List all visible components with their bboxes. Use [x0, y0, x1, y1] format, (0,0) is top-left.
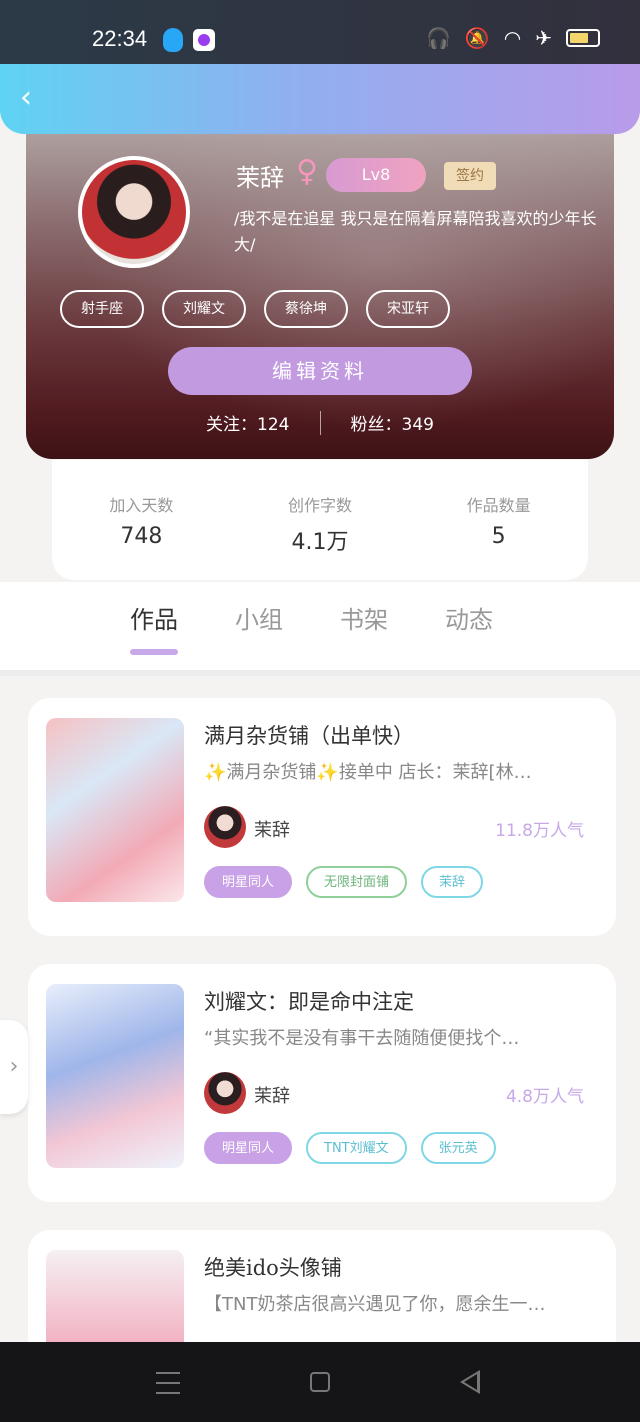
- work-description: 【TNT奶茶店很高兴遇见了你，愿余生一…: [204, 1294, 546, 1315]
- app-notification-icon: [193, 29, 215, 51]
- work-title[interactable]: 满月杂货铺（出单快）: [204, 720, 414, 750]
- work-tags: 明星同人 TNT刘耀文 张元英: [204, 1132, 496, 1164]
- back-triangle-icon[interactable]: [460, 1370, 480, 1394]
- airplane-icon: ✈: [535, 26, 552, 50]
- stat-word-count: 创作字数 4.1万: [250, 492, 390, 580]
- popularity-count: 11.8万人气: [495, 821, 584, 841]
- profile-tag[interactable]: 蔡徐坤: [264, 290, 348, 328]
- stat-label: 加入天数: [109, 496, 174, 515]
- author-avatar[interactable]: [204, 1072, 246, 1114]
- tab-works[interactable]: 作品: [130, 600, 178, 655]
- work-title[interactable]: 刘耀文：即是命中注定: [204, 986, 414, 1016]
- chevron-left-icon[interactable]: ‹: [20, 80, 50, 116]
- tab-bar: 作品 小组 书架 动态: [0, 582, 640, 670]
- profile-tag[interactable]: 射手座: [60, 290, 144, 328]
- stat-label: 作品数量: [466, 496, 531, 515]
- username: 茉辞: [236, 164, 284, 192]
- home-icon[interactable]: [310, 1372, 330, 1392]
- signed-badge: 签约: [444, 162, 496, 190]
- mute-icon: 🔕: [464, 26, 490, 50]
- work-title[interactable]: 绝美ido头像铺: [204, 1252, 342, 1282]
- system-icons: 🎧 🔕 ◠ ✈: [426, 26, 600, 50]
- profile-card: 茉辞 ♀ Lv8 签约 /我不是在追星 我只是在隔着屏幕陪我喜欢的少年长大/ 射…: [26, 120, 614, 459]
- work-cover[interactable]: [46, 984, 184, 1168]
- work-tags: 明星同人 无限封面铺 茉辞: [204, 866, 484, 898]
- work-tag[interactable]: 张元英: [420, 1132, 496, 1164]
- tab-bookshelf[interactable]: 书架: [340, 600, 388, 635]
- work-tag[interactable]: TNT刘耀文: [306, 1132, 407, 1164]
- followers-count[interactable]: 粉丝：349: [351, 410, 434, 435]
- stat-value: 5: [491, 524, 506, 549]
- author-name[interactable]: 茉辞: [254, 816, 290, 842]
- top-header: ‹: [0, 64, 640, 134]
- chevron-right-icon[interactable]: ›: [0, 1020, 28, 1114]
- stat-label: 创作字数: [287, 496, 352, 515]
- profile-tags: 射手座 刘耀文 蔡徐坤 宋亚轩: [60, 290, 450, 328]
- profile-tag[interactable]: 刘耀文: [162, 290, 246, 328]
- author-row: 茉辞 4.8万人气: [204, 1072, 584, 1116]
- work-tag[interactable]: 无限封面铺: [306, 866, 408, 898]
- work-description: ✨满月杂货铺✨接单中 店长：茉辞[林…: [204, 762, 532, 783]
- work-tag[interactable]: 茉辞: [421, 866, 484, 898]
- work-tag[interactable]: 明星同人: [204, 866, 293, 898]
- stats-card: 加入天数 748 创作字数 4.1万 作品数量 5: [52, 460, 588, 580]
- following-count[interactable]: 关注：124: [206, 410, 289, 435]
- headset-icon: 🎧: [425, 26, 451, 50]
- profile-tag[interactable]: 宋亚轩: [366, 290, 450, 328]
- qq-icon: [163, 28, 183, 52]
- status-time: 22:34: [92, 26, 148, 51]
- stat-works-count: 作品数量 5: [429, 492, 569, 580]
- popularity-count: 4.8万人气: [505, 1087, 584, 1107]
- work-description: “其实我不是没有事干去随随便便找个…: [204, 1028, 520, 1049]
- author-row: 茉辞 11.8万人气: [204, 806, 584, 850]
- edit-profile-button[interactable]: 编辑资料: [168, 347, 472, 395]
- section-divider: [0, 670, 640, 676]
- work-cover[interactable]: [46, 718, 184, 902]
- battery-icon: [566, 29, 600, 47]
- system-nav-bar: [0, 1342, 640, 1422]
- stat-value: 4.1万: [291, 530, 349, 555]
- female-icon: ♀: [296, 154, 318, 189]
- work-tag[interactable]: 明星同人: [204, 1132, 293, 1164]
- work-card[interactable]: 刘耀文：即是命中注定 “其实我不是没有事干去随随便便找个… 茉辞 4.8万人气 …: [28, 964, 616, 1202]
- follow-stats: 关注：124 粉丝：349: [26, 410, 614, 435]
- tab-groups[interactable]: 小组: [235, 600, 283, 635]
- follow-divider: [319, 410, 321, 435]
- profile-bio: /我不是在追星 我只是在隔着屏幕陪我喜欢的少年长大/: [234, 209, 597, 254]
- level-badge: Lv8: [326, 158, 426, 192]
- tab-activity[interactable]: 动态: [445, 600, 493, 635]
- stat-value: 748: [120, 524, 163, 549]
- author-name[interactable]: 茉辞: [254, 1082, 290, 1108]
- author-avatar[interactable]: [204, 806, 246, 848]
- work-card[interactable]: 满月杂货铺（出单快） ✨满月杂货铺✨接单中 店长：茉辞[林… 茉辞 11.8万人…: [28, 698, 616, 936]
- avatar[interactable]: [78, 156, 190, 268]
- stat-join-days: 加入天数 748: [71, 492, 211, 580]
- menu-icon[interactable]: [156, 1372, 180, 1394]
- wifi-icon: ◠: [503, 26, 522, 50]
